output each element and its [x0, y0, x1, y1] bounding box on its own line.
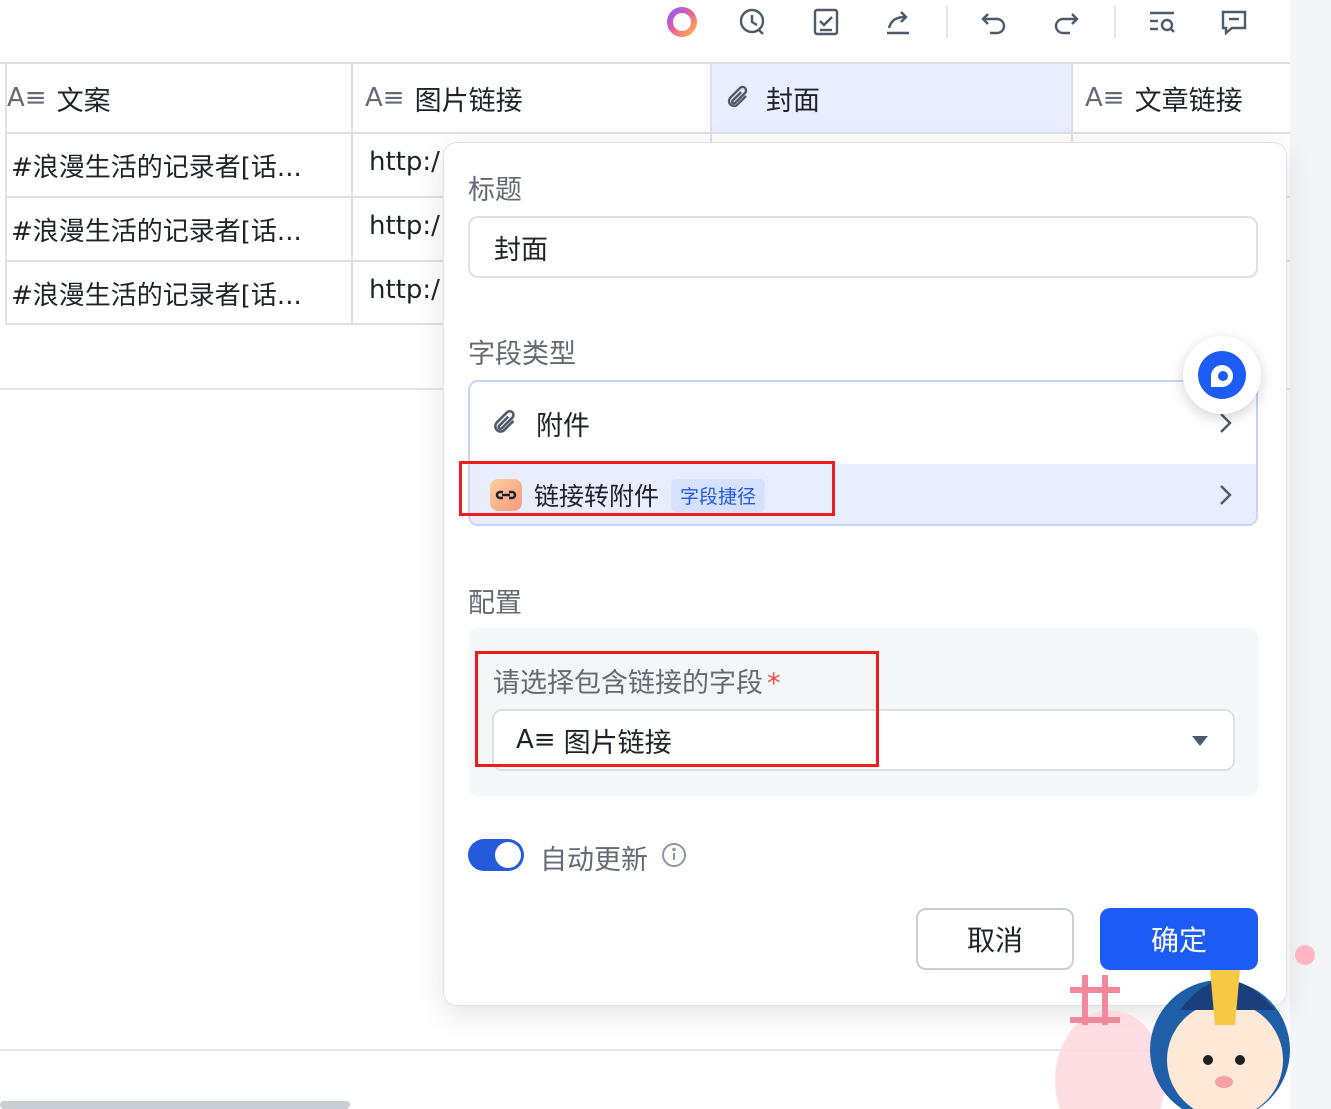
text-field-icon: A≡ [1085, 83, 1125, 113]
column-header-label: 文案 [56, 85, 111, 117]
text-field-icon: A≡ [7, 83, 47, 113]
column-header-label: 文章链接 [1134, 85, 1243, 117]
attachment-icon [724, 83, 754, 113]
floating-assistant-button[interactable] [1183, 336, 1261, 414]
info-icon[interactable] [661, 842, 687, 868]
table-cell-copy[interactable]: #浪漫生活的记录者[话... [11, 147, 347, 184]
redo-icon[interactable] [1048, 4, 1084, 40]
highlight-box-config [475, 651, 879, 767]
text-field-icon: A≡ [365, 83, 405, 113]
table-cell-copy[interactable]: #浪漫生活的记录者[话... [11, 275, 347, 312]
task-check-icon[interactable] [808, 4, 844, 40]
row-divider [5, 323, 445, 325]
title-input[interactable]: 封面 [468, 216, 1258, 278]
column-header-image-link[interactable]: A≡ 图片链接 [353, 64, 711, 132]
chevron-right-icon [1216, 482, 1234, 508]
highlight-box-shortcut [459, 461, 835, 516]
auto-update-toggle[interactable] [468, 839, 524, 871]
assistant-icon [1198, 351, 1246, 399]
ai-assistant-icon[interactable] [664, 4, 700, 40]
auto-update-label: 自动更新 [540, 845, 648, 876]
attachment-icon [490, 407, 522, 439]
field-type-attachment-label: 附件 [536, 410, 590, 442]
row-divider [5, 260, 445, 262]
column-divider [710, 64, 712, 142]
column-divider [1071, 64, 1073, 142]
search-icon[interactable] [1144, 4, 1180, 40]
undo-icon[interactable] [976, 4, 1012, 40]
column-header-article-link[interactable]: A≡ 文章链接 [1073, 64, 1290, 132]
table-cell-link[interactable]: http:/ [369, 211, 443, 241]
history-icon[interactable] [735, 4, 771, 40]
field-type-label: 字段类型 [468, 339, 576, 370]
caret-down-icon [1191, 735, 1209, 747]
row-divider [5, 132, 1290, 134]
config-label: 配置 [468, 588, 522, 619]
share-icon[interactable] [880, 4, 916, 40]
table-cell-link[interactable]: http:/ [369, 147, 443, 177]
horizontal-scrollbar[interactable] [0, 1101, 350, 1109]
column-header-label: 封面 [766, 85, 820, 117]
field-type-attachment-option[interactable]: 附件 [470, 382, 1256, 464]
sticker-image [1050, 930, 1331, 1109]
column-divider [351, 64, 353, 324]
column-header-copy[interactable]: A≡ 文案 [7, 64, 351, 132]
column-header-label: 图片链接 [414, 85, 523, 117]
title-label: 标题 [468, 175, 522, 206]
table-cell-copy[interactable]: #浪漫生活的记录者[话... [11, 211, 347, 248]
toggle-knob [495, 842, 521, 868]
column-header-cover[interactable]: 封面 [712, 64, 1071, 132]
table-cell-link[interactable]: http:/ [369, 275, 443, 305]
comment-icon[interactable] [1216, 4, 1252, 40]
row-divider [5, 196, 445, 198]
